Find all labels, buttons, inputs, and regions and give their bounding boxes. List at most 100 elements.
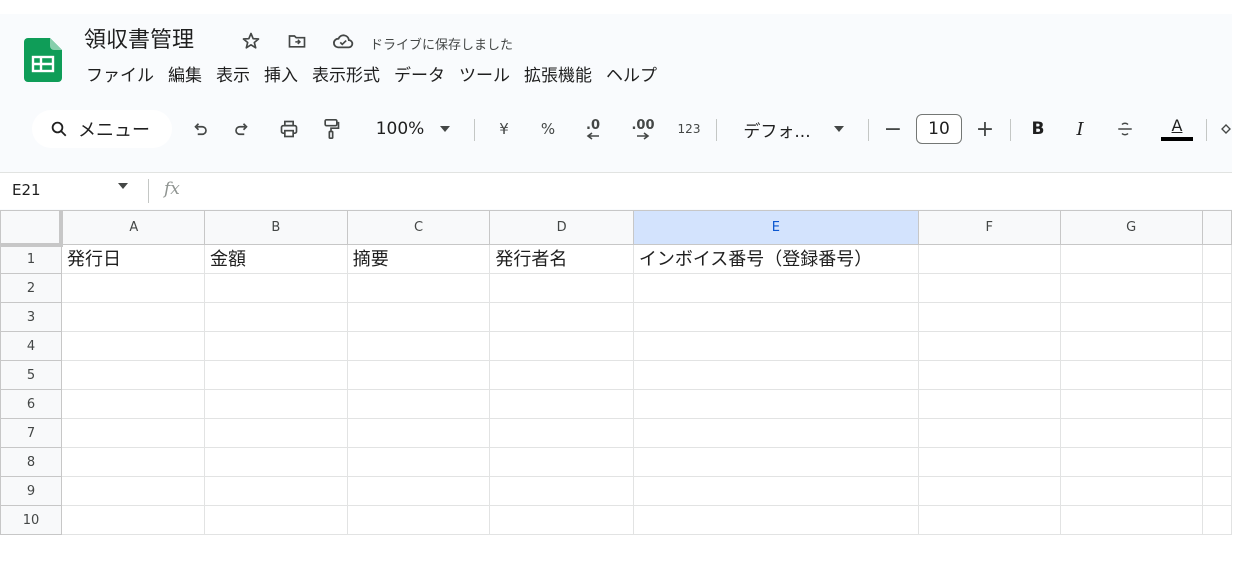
cell-d10[interactable] bbox=[489, 505, 634, 535]
menu-file[interactable]: ファイル bbox=[84, 62, 161, 90]
cell-d1[interactable]: 発行者名 bbox=[489, 244, 634, 274]
cell-overflow[interactable] bbox=[1201, 244, 1232, 274]
cell-overflow[interactable] bbox=[1201, 476, 1232, 506]
cell-a1[interactable]: 発行日 bbox=[60, 244, 206, 274]
cell-d5[interactable] bbox=[489, 360, 634, 390]
column-header-e[interactable]: E bbox=[632, 210, 919, 245]
cell-f6[interactable] bbox=[917, 389, 1061, 419]
cell-overflow[interactable] bbox=[1201, 302, 1232, 332]
cell-g1[interactable] bbox=[1059, 244, 1203, 274]
row-header[interactable]: 1 bbox=[0, 244, 62, 274]
paint-format-icon[interactable] bbox=[316, 114, 346, 144]
column-header-b[interactable]: B bbox=[204, 210, 348, 245]
row-header[interactable]: 8 bbox=[0, 447, 62, 477]
currency-format-button[interactable]: ¥ bbox=[494, 114, 514, 144]
column-header-d[interactable]: D bbox=[489, 210, 634, 245]
document-title[interactable]: 領収書管理 bbox=[84, 26, 194, 56]
bold-button[interactable]: B bbox=[1026, 114, 1050, 144]
font-family-select[interactable]: デフォ... bbox=[740, 114, 814, 144]
cell-f7[interactable] bbox=[917, 418, 1061, 448]
cloud-saved-icon[interactable] bbox=[332, 30, 354, 52]
cell-d7[interactable] bbox=[489, 418, 634, 448]
cell-overflow[interactable] bbox=[1201, 331, 1232, 361]
cell-f1[interactable] bbox=[917, 244, 1061, 274]
row-header[interactable]: 10 bbox=[0, 505, 62, 535]
menu-extensions[interactable]: 拡張機能 bbox=[517, 62, 599, 90]
column-header-a[interactable]: A bbox=[60, 210, 206, 245]
cell-b5[interactable] bbox=[204, 360, 348, 390]
cell-f2[interactable] bbox=[917, 273, 1061, 303]
cell-g4[interactable] bbox=[1059, 331, 1203, 361]
decrease-decimal-button[interactable]: .0 bbox=[578, 114, 608, 144]
cell-e9[interactable] bbox=[632, 476, 919, 506]
cell-c1[interactable]: 摘要 bbox=[346, 244, 491, 274]
cell-e4[interactable] bbox=[632, 331, 919, 361]
percent-format-button[interactable]: % bbox=[536, 114, 560, 144]
cell-c10[interactable] bbox=[346, 505, 491, 535]
row-header[interactable]: 7 bbox=[0, 418, 62, 448]
row-header[interactable]: 6 bbox=[0, 389, 62, 419]
menu-view[interactable]: 表示 bbox=[209, 62, 257, 90]
cell-c6[interactable] bbox=[346, 389, 491, 419]
cell-f4[interactable] bbox=[917, 331, 1061, 361]
cell-d6[interactable] bbox=[489, 389, 634, 419]
cell-e8[interactable] bbox=[632, 447, 919, 477]
cell-e10[interactable] bbox=[632, 505, 919, 535]
row-header[interactable]: 4 bbox=[0, 331, 62, 361]
cell-e5[interactable] bbox=[632, 360, 919, 390]
column-header-overflow[interactable] bbox=[1201, 210, 1232, 245]
star-icon[interactable] bbox=[240, 30, 262, 52]
cell-f5[interactable] bbox=[917, 360, 1061, 390]
cell-e6[interactable] bbox=[632, 389, 919, 419]
text-color-button[interactable]: A bbox=[1160, 114, 1194, 144]
move-to-folder-icon[interactable] bbox=[286, 30, 308, 52]
column-header-c[interactable]: C bbox=[346, 210, 491, 245]
cell-a2[interactable] bbox=[60, 273, 206, 303]
cell-f9[interactable] bbox=[917, 476, 1061, 506]
zoom-select[interactable]: 100% bbox=[370, 114, 430, 144]
increase-font-size-button[interactable]: + bbox=[972, 114, 998, 144]
cell-b6[interactable] bbox=[204, 389, 348, 419]
select-all-corner[interactable] bbox=[0, 210, 64, 247]
print-icon[interactable] bbox=[274, 114, 304, 144]
cell-a6[interactable] bbox=[60, 389, 206, 419]
cell-overflow[interactable] bbox=[1201, 273, 1232, 303]
menu-tools[interactable]: ツール bbox=[452, 62, 517, 90]
cell-d3[interactable] bbox=[489, 302, 634, 332]
font-size-input[interactable]: 10 bbox=[916, 114, 962, 144]
cell-g6[interactable] bbox=[1059, 389, 1203, 419]
cell-b8[interactable] bbox=[204, 447, 348, 477]
cell-c8[interactable] bbox=[346, 447, 491, 477]
cell-g3[interactable] bbox=[1059, 302, 1203, 332]
row-header[interactable]: 3 bbox=[0, 302, 62, 332]
cell-c9[interactable] bbox=[346, 476, 491, 506]
row-header[interactable]: 9 bbox=[0, 476, 62, 506]
cell-b10[interactable] bbox=[204, 505, 348, 535]
cell-e2[interactable] bbox=[632, 273, 919, 303]
row-header[interactable]: 5 bbox=[0, 360, 62, 390]
zoom-dropdown-icon[interactable] bbox=[436, 114, 454, 144]
name-box-dropdown-icon[interactable] bbox=[118, 183, 128, 189]
sheets-logo-icon[interactable] bbox=[24, 38, 62, 82]
font-dropdown-icon[interactable] bbox=[830, 114, 848, 144]
cell-c7[interactable] bbox=[346, 418, 491, 448]
cell-d2[interactable] bbox=[489, 273, 634, 303]
menu-edit[interactable]: 編集 bbox=[161, 62, 209, 90]
cell-a3[interactable] bbox=[60, 302, 206, 332]
increase-decimal-button[interactable]: .00 bbox=[626, 114, 660, 144]
decrease-font-size-button[interactable]: − bbox=[880, 114, 906, 144]
cell-d4[interactable] bbox=[489, 331, 634, 361]
cell-e7[interactable] bbox=[632, 418, 919, 448]
menu-search-button[interactable]: メニュー bbox=[32, 110, 172, 148]
cell-g7[interactable] bbox=[1059, 418, 1203, 448]
cell-c4[interactable] bbox=[346, 331, 491, 361]
cell-g2[interactable] bbox=[1059, 273, 1203, 303]
cell-a8[interactable] bbox=[60, 447, 206, 477]
cell-overflow[interactable] bbox=[1201, 505, 1232, 535]
cell-f10[interactable] bbox=[917, 505, 1061, 535]
column-header-g[interactable]: G bbox=[1059, 210, 1203, 245]
cell-d8[interactable] bbox=[489, 447, 634, 477]
cell-b2[interactable] bbox=[204, 273, 348, 303]
cell-e1[interactable]: インボイス番号（登録番号） bbox=[632, 244, 919, 274]
cell-e3[interactable] bbox=[632, 302, 919, 332]
